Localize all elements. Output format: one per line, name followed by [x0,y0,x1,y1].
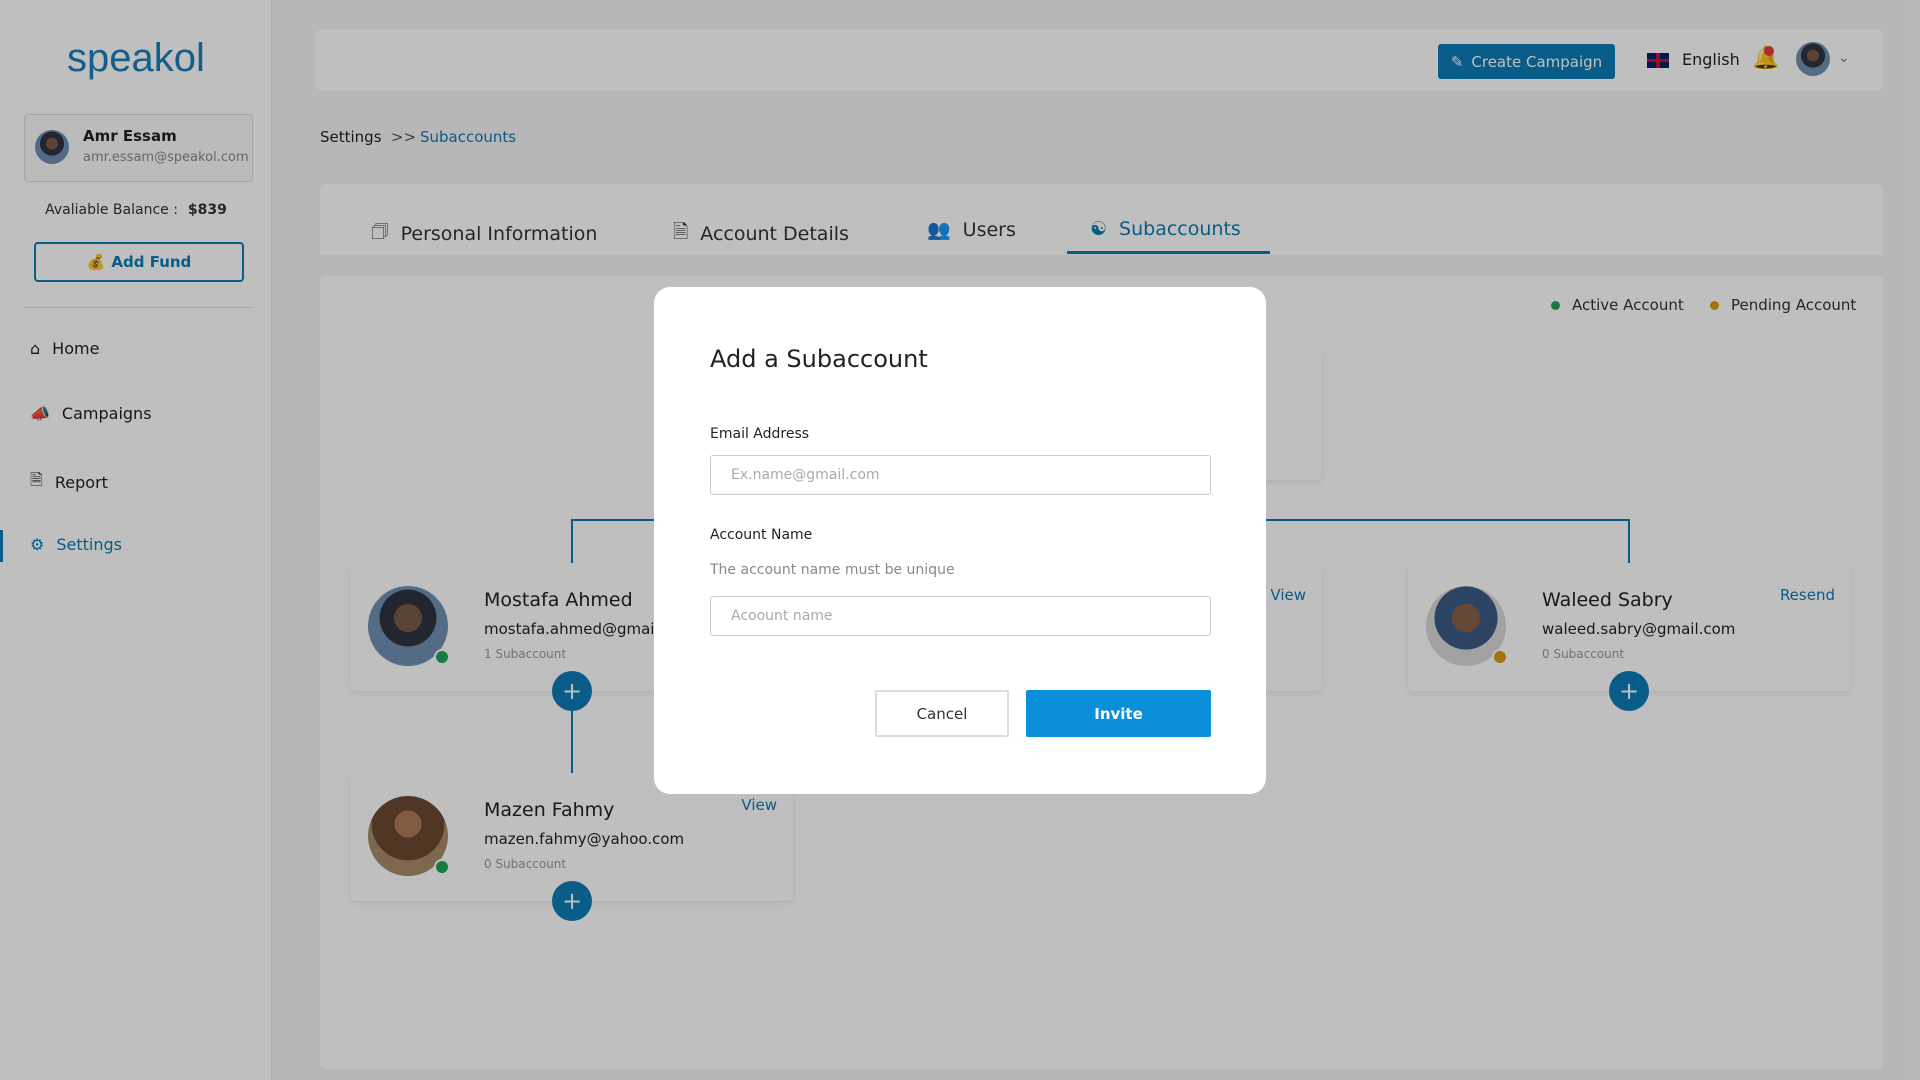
account-name-hint: The account name must be unique [710,562,955,578]
account-name-label: Account Name [710,527,813,543]
account-name-input[interactable] [710,596,1211,636]
email-input[interactable] [710,455,1211,495]
email-label: Email Address [710,426,810,442]
add-subaccount-modal: Add a Subaccount Email Address Account N… [654,287,1266,794]
invite-button[interactable]: Invite [1026,690,1211,737]
cancel-button[interactable]: Cancel [875,690,1009,737]
modal-title: Add a Subaccount [710,345,928,373]
